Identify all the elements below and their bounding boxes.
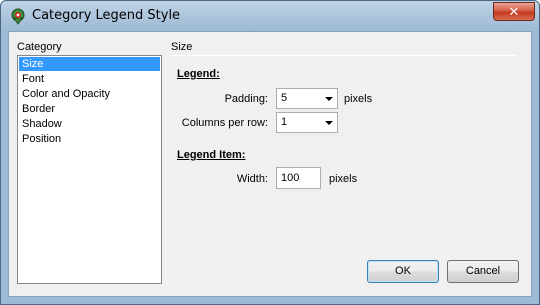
legend-item-heading: Legend Item: [177, 149, 246, 161]
cancel-button[interactable]: Cancel [447, 260, 519, 283]
columns-per-row-value: 1 [281, 116, 288, 128]
ok-button[interactable]: OK [367, 260, 439, 283]
category-item-font[interactable]: Font [19, 72, 160, 86]
padding-label: Padding: [224, 93, 268, 105]
padding-value: 5 [281, 92, 288, 104]
columns-per-row-select[interactable]: 1 [276, 112, 338, 133]
category-item-size[interactable]: Size [19, 57, 160, 71]
section-divider [171, 55, 516, 56]
legend-heading: Legend: [177, 68, 220, 80]
category-item-border[interactable]: Border [19, 102, 160, 116]
width-label: Width: [236, 173, 268, 185]
category-label: Category [17, 41, 62, 53]
close-icon: ✕ [508, 4, 520, 19]
window-title: Category Legend Style [32, 8, 181, 23]
close-button[interactable]: ✕ [493, 2, 535, 21]
chevron-down-icon [325, 121, 333, 125]
chevron-down-icon [325, 97, 333, 101]
map-pin-icon [11, 8, 25, 25]
width-unit: pixels [329, 173, 358, 185]
columns-per-row-label: Columns per row: [181, 117, 268, 129]
category-item-position[interactable]: Position [19, 132, 160, 146]
title-bar[interactable]: Category Legend Style ✕ [1, 1, 539, 31]
width-value: 100 [281, 172, 300, 184]
category-item-shadow[interactable]: Shadow [19, 117, 160, 131]
dialog-body: Category Size Font Color and Opacity Bor… [8, 31, 532, 297]
section-title: Size [171, 41, 193, 53]
width-input[interactable]: 100 [276, 167, 321, 189]
padding-unit: pixels [344, 93, 373, 105]
padding-select[interactable]: 5 [276, 88, 338, 109]
category-list[interactable]: Size Font Color and Opacity Border Shado… [17, 55, 162, 284]
dialog-window: Category Legend Style ✕ Category Size Fo… [0, 0, 540, 305]
category-item-color-opacity[interactable]: Color and Opacity [19, 87, 160, 101]
